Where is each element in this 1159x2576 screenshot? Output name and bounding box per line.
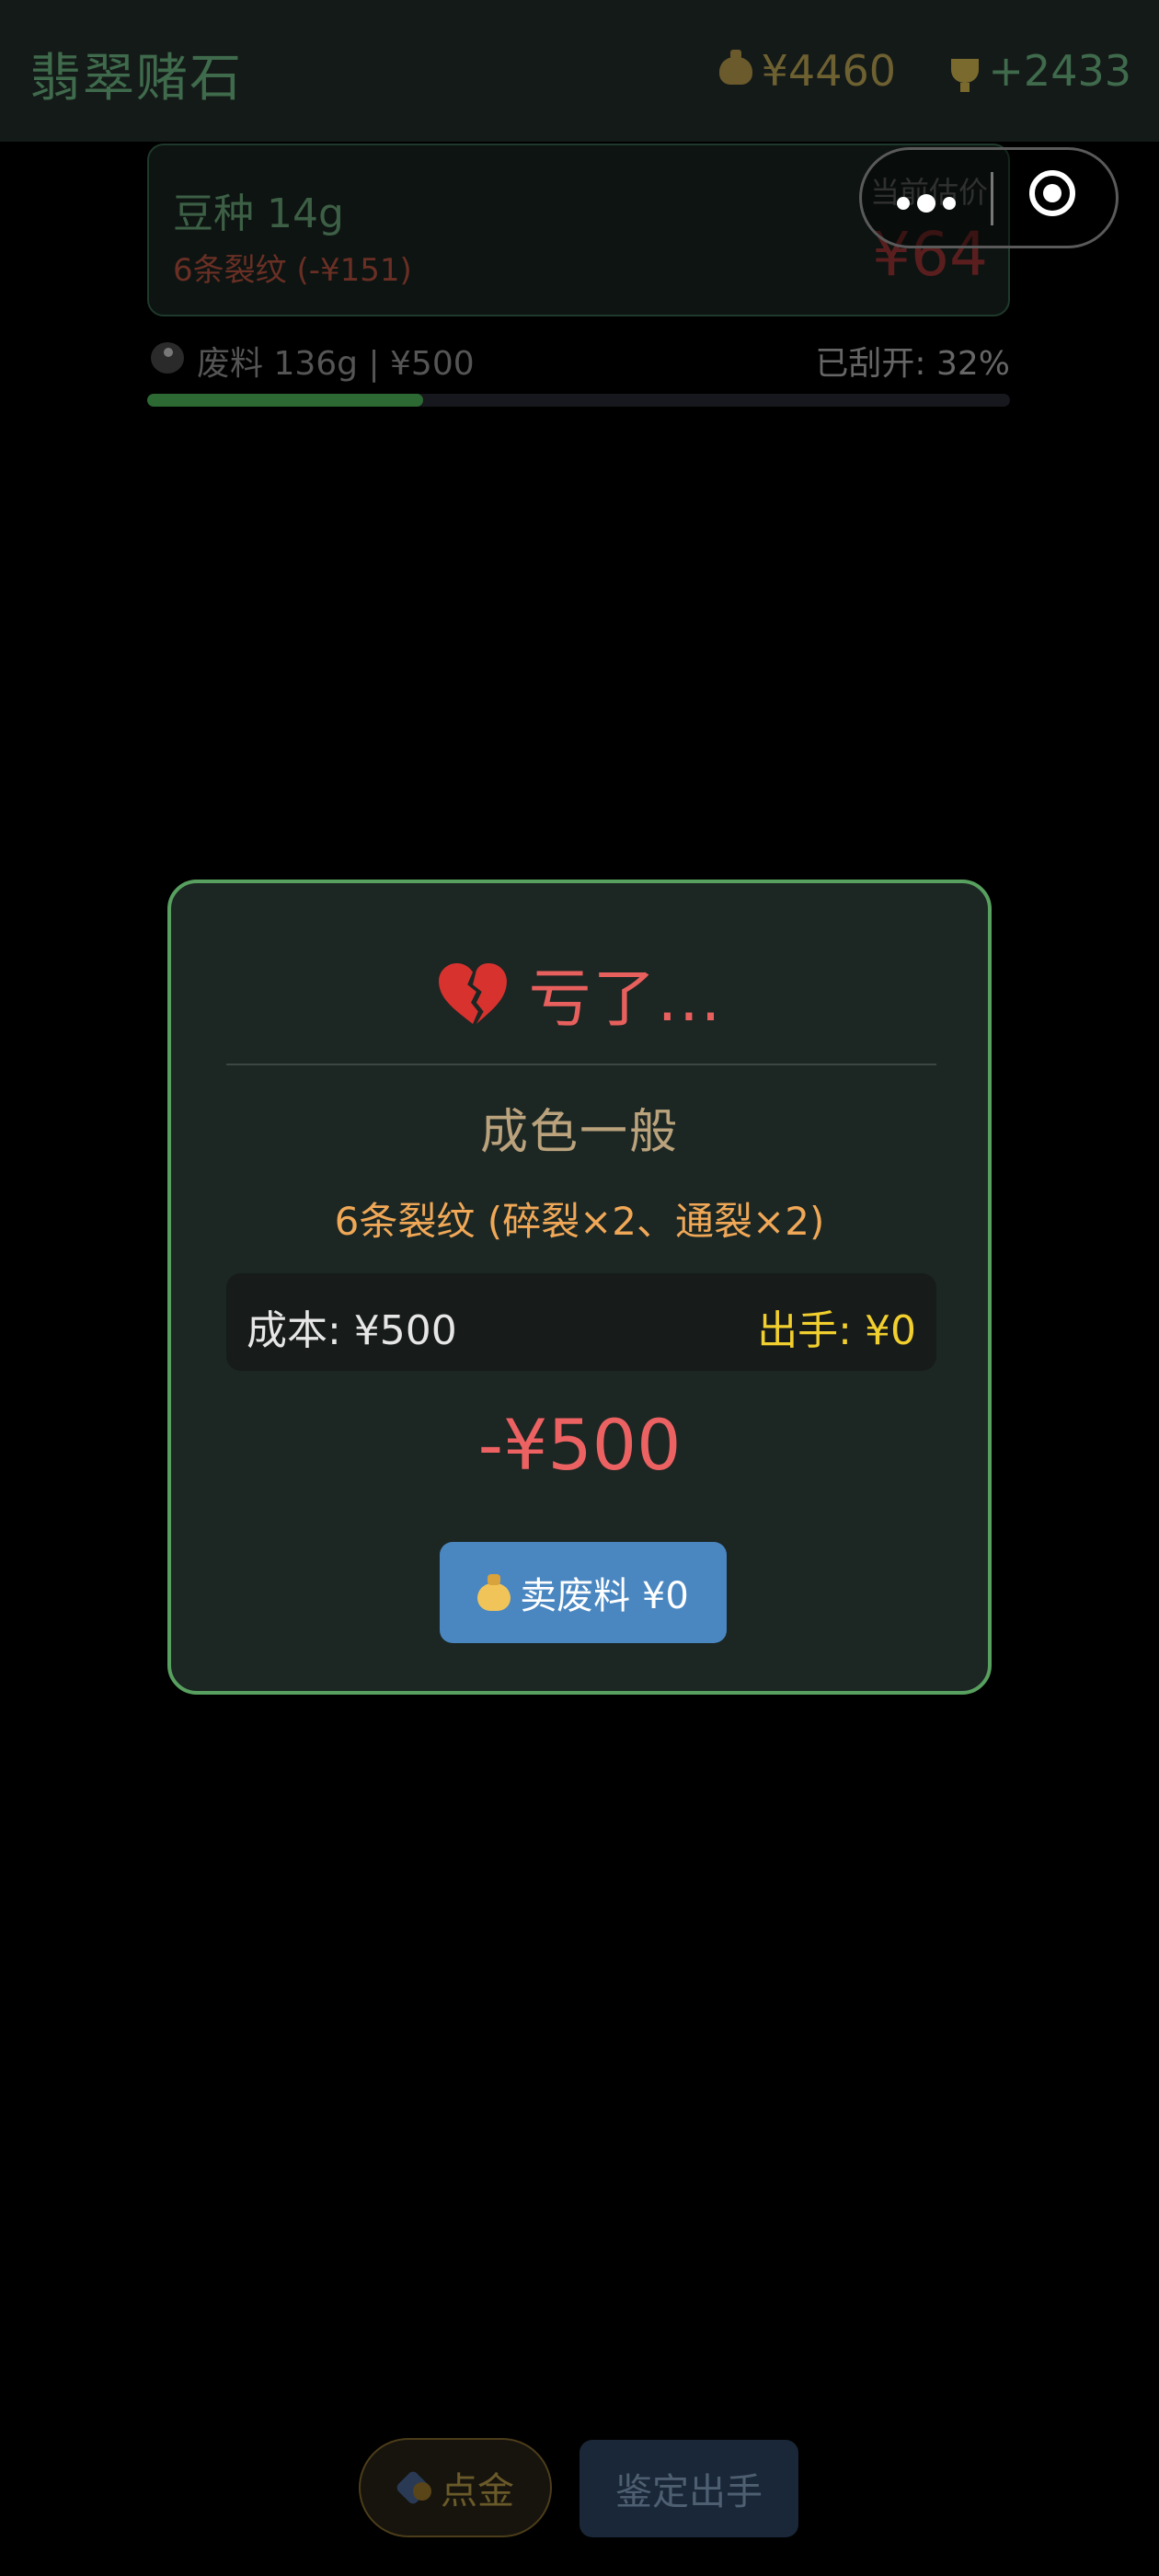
modal-divider <box>226 1064 936 1065</box>
gold-touch-icon <box>396 2469 433 2506</box>
app-title: 翡翠赌石 <box>29 49 243 109</box>
score-value: +2433 <box>988 46 1131 96</box>
modal-title-text: 亏了... <box>528 963 723 1036</box>
scrape-progress-fill <box>147 394 424 407</box>
scrape-progress-bar <box>147 394 1010 407</box>
gold-touch-label: 点金 <box>441 2470 514 2513</box>
result-modal: 亏了... 成色一般 6条裂纹 (碎裂×2、通裂×2) 成本: ¥500 出手:… <box>167 880 992 1695</box>
loss-amount: -¥500 <box>477 1404 682 1486</box>
sell-waste-label: 卖废料 ¥0 <box>520 1575 689 1617</box>
trophy-icon <box>951 59 980 92</box>
money-bag-icon <box>477 1574 511 1611</box>
cost-summary-box: 成本: ¥500 出手: ¥0 <box>226 1273 936 1371</box>
money-bag-icon <box>718 50 752 85</box>
mini-program-capsule <box>859 147 1119 248</box>
close-target-icon[interactable] <box>1029 170 1075 216</box>
modal-title: 亏了... <box>171 948 988 1039</box>
top-header: 翡翠赌石 ¥4460 +2433 <box>0 0 1159 142</box>
capsule-divider <box>991 172 993 225</box>
money-display: ¥4460 <box>718 46 896 96</box>
sell-price-label: 出手: ¥0 <box>757 1307 916 1354</box>
stone-icon <box>151 342 184 374</box>
waste-row: 废料 136g | ¥500 已刮开: 32% <box>147 333 1010 383</box>
crack-detail: 6条裂纹 (碎裂×2、通裂×2) <box>334 1199 825 1244</box>
appraise-sell-button[interactable]: 鉴定出手 <box>580 2440 798 2537</box>
sell-waste-button[interactable]: 卖废料 ¥0 <box>440 1542 727 1643</box>
appraise-sell-label: 鉴定出手 <box>615 2471 763 2513</box>
waste-info: 废料 136g | ¥500 <box>197 345 475 383</box>
stone-crack-summary: 6条裂纹 (-¥151) <box>173 252 412 289</box>
stone-name: 豆种 14g <box>173 190 344 237</box>
more-dots-icon[interactable] <box>897 194 956 213</box>
money-value: ¥4460 <box>761 46 896 96</box>
score-display: +2433 <box>951 46 1131 96</box>
opened-percentage: 已刮开: 32% <box>815 345 1010 383</box>
cost-label: 成本: ¥500 <box>247 1307 457 1354</box>
gold-touch-button[interactable]: 点金 <box>359 2438 552 2537</box>
quality-grade: 成色一般 <box>479 1105 679 1160</box>
broken-heart-icon <box>438 962 507 1024</box>
